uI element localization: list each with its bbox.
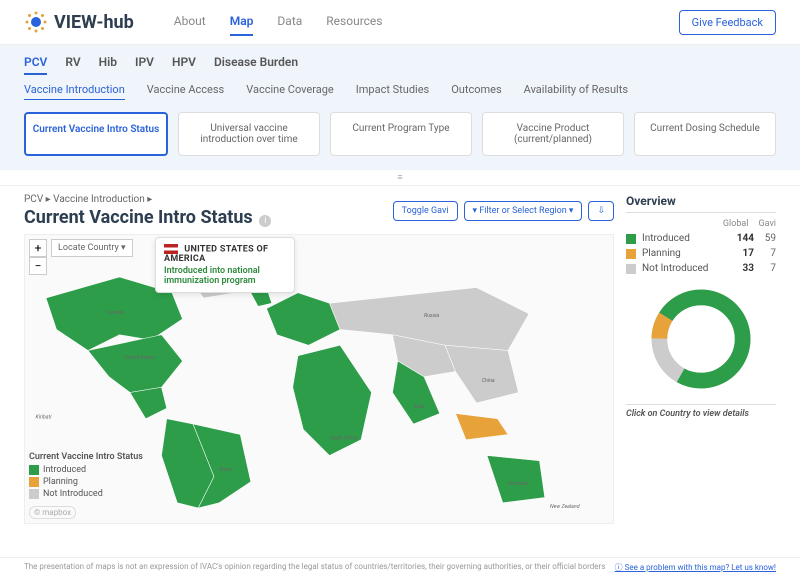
svg-text:India: India xyxy=(414,404,425,410)
footer-report-link[interactable]: ⓘ See a problem with this map? Let us kn… xyxy=(615,562,776,573)
card-dosing[interactable]: Current Dosing Schedule xyxy=(634,112,776,156)
svg-text:Kiribati: Kiribati xyxy=(36,415,53,421)
toggle-gavi-button[interactable]: Toggle Gavi xyxy=(393,201,458,221)
download-button[interactable]: ⇩ xyxy=(588,201,614,221)
svg-text:United States: United States xyxy=(125,355,156,361)
world-map[interactable]: + − Locate Country ▾ UNITED STATES OF AM… xyxy=(24,234,614,524)
subtab-outcomes[interactable]: Outcomes xyxy=(451,83,501,100)
card-program-type[interactable]: Current Program Type xyxy=(330,112,472,156)
tab-hpv[interactable]: HPV xyxy=(172,55,196,75)
tab-hib[interactable]: Hib xyxy=(99,55,117,75)
filter-region-button[interactable]: ▾ Filter or Select Region ▾ xyxy=(464,201,583,221)
svg-text:Australia: Australia xyxy=(507,481,528,487)
country-tooltip: UNITED STATES OF AMERICA Introduced into… xyxy=(155,237,295,293)
logo[interactable]: VIEW-hub xyxy=(24,10,134,34)
zoom-out-button[interactable]: − xyxy=(29,257,47,275)
subtab-access[interactable]: Vaccine Access xyxy=(147,83,224,100)
overview-row-notintro: Not Introduced337 xyxy=(626,263,776,274)
map-legend: Current Vaccine Intro Status Introduced … xyxy=(29,452,143,501)
info-icon[interactable]: i xyxy=(259,215,271,227)
card-over-time[interactable]: Universal vaccine introduction over time xyxy=(178,112,320,156)
nav-about[interactable]: About xyxy=(174,8,206,36)
tab-ipv[interactable]: IPV xyxy=(135,55,154,75)
overview-row-introduced: Introduced14459 xyxy=(626,233,776,244)
flag-icon xyxy=(164,244,178,254)
svg-text:Russia: Russia xyxy=(424,313,439,319)
breadcrumb: PCV ▸ Vaccine Introduction ▸ xyxy=(24,194,271,205)
footer-disclaimer: The presentation of maps is not an expre… xyxy=(24,562,605,573)
tab-pcv[interactable]: PCV xyxy=(24,55,47,75)
brand-name: VIEW-hub xyxy=(54,12,134,33)
overview-footer: Click on Country to view details xyxy=(626,404,776,419)
card-product[interactable]: Vaccine Product (current/planned) xyxy=(482,112,624,156)
svg-text:Canada: Canada xyxy=(107,310,125,316)
mapbox-attribution: © mapbox xyxy=(29,506,76,519)
nav-data[interactable]: Data xyxy=(277,8,302,36)
svg-text:New Zealand: New Zealand xyxy=(550,504,580,510)
tab-burden[interactable]: Disease Burden xyxy=(214,55,298,75)
locate-country-select[interactable]: Locate Country ▾ xyxy=(51,239,133,257)
nav-map[interactable]: Map xyxy=(230,8,254,36)
overview-donut-chart xyxy=(646,284,756,394)
tab-rv[interactable]: RV xyxy=(65,55,80,75)
zoom-in-button[interactable]: + xyxy=(29,239,47,257)
logo-icon xyxy=(24,10,48,34)
subtab-coverage[interactable]: Vaccine Coverage xyxy=(246,83,334,100)
subtab-intro[interactable]: Vaccine Introduction xyxy=(24,83,125,100)
overview-row-planning: Planning177 xyxy=(626,248,776,259)
nav-resources[interactable]: Resources xyxy=(326,8,382,36)
page-title: Current Vaccine Intro Status xyxy=(24,207,253,228)
subtab-avail[interactable]: Availability of Results xyxy=(524,83,628,100)
subtab-impact[interactable]: Impact Studies xyxy=(356,83,429,100)
feedback-button[interactable]: Give Feedback xyxy=(679,10,776,35)
card-intro-status[interactable]: Current Vaccine Intro Status xyxy=(24,112,168,156)
collapse-handle[interactable]: ≡ xyxy=(0,170,800,186)
svg-text:South Africa: South Africa xyxy=(330,435,358,442)
svg-text:China: China xyxy=(482,378,495,384)
overview-panel: Overview GlobalGavi Introduced14459 Plan… xyxy=(626,194,776,524)
svg-text:Brazil: Brazil xyxy=(219,467,232,473)
overview-title: Overview xyxy=(626,194,776,213)
